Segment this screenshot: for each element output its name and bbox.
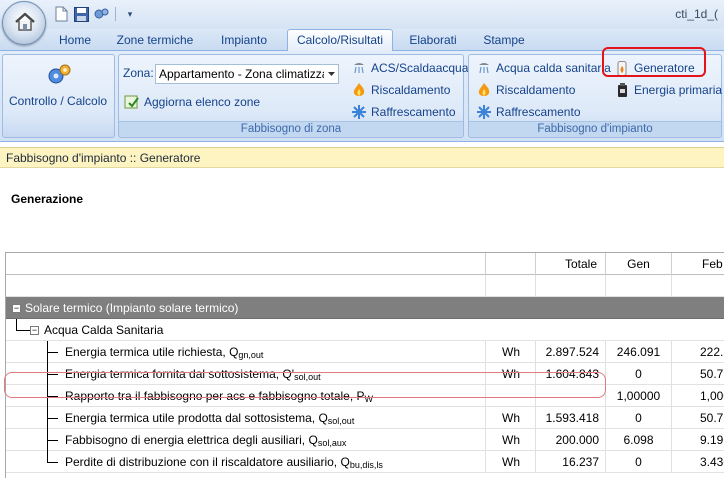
tab-calcolo-risultati[interactable]: Calcolo/Risultati xyxy=(287,29,393,52)
group-label-fabbisogno-impianto: Fabbisogno d'impianto xyxy=(469,121,721,136)
energia-primaria-button[interactable]: Energia primaria xyxy=(614,82,722,98)
panel-header: Fabbisogno d'impianto :: Generatore xyxy=(0,147,724,168)
cell-unit: Wh xyxy=(486,341,536,363)
riscaldamento-zona-button[interactable]: Riscaldamento xyxy=(351,82,450,98)
shower-icon xyxy=(476,60,492,76)
fuel-icon xyxy=(614,82,630,98)
cell-feb: 222.27 xyxy=(700,345,724,359)
table-row[interactable]: Energia termica utile prodotta dal sotto… xyxy=(6,407,724,429)
cell-totale: 16.237 xyxy=(536,451,606,473)
qat-separator xyxy=(115,7,116,21)
flame-icon xyxy=(476,82,492,98)
cell-unit: Wh xyxy=(486,407,536,429)
acqua-calda-label: Acqua calda sanitaria xyxy=(496,61,611,75)
group-row-solare-termico[interactable]: − Solare termico (Impianto solare termic… xyxy=(6,297,724,319)
row-label: Fabbisogno di energia elettrica degli au… xyxy=(65,429,486,451)
tab-zone-termiche[interactable]: Zone termiche xyxy=(109,30,201,51)
collapse-icon[interactable]: − xyxy=(30,326,39,335)
riscaldamento-impianto-label: Riscaldamento xyxy=(496,83,576,97)
zona-select[interactable]: Appartamento - Zona climatizzata xyxy=(155,64,339,84)
cell-totale: 2.897.524 xyxy=(536,341,606,363)
raffrescamento-impianto-label: Raffrescamento xyxy=(496,105,581,119)
refresh-icon xyxy=(124,94,140,110)
cell-gen: 0 xyxy=(606,407,672,429)
generatore-highlight xyxy=(602,47,706,77)
cell-feb: 9.193 xyxy=(700,433,724,447)
customize-qat-icon[interactable]: ▾ xyxy=(121,5,139,23)
row-label: Perdite di distribuzione con il riscalda… xyxy=(65,451,486,473)
cell-gen: 0 xyxy=(606,363,672,385)
title-bar: ▾ cti_1d_( xyxy=(0,0,724,29)
chevron-down-icon xyxy=(324,65,338,83)
flame-icon xyxy=(351,82,367,98)
cell-feb: 50.767 xyxy=(700,411,724,425)
raffrescamento-impianto-button[interactable]: Raffrescamento xyxy=(476,104,581,120)
controllo-calcolo-label: Controllo / Calcolo xyxy=(9,94,108,108)
cell-unit: Wh xyxy=(486,451,536,473)
table-row[interactable]: Energia termica utile richiesta, Qgn,out… xyxy=(6,341,724,363)
shower-icon xyxy=(351,60,367,76)
save-icon[interactable] xyxy=(72,5,90,23)
subgroup-row-label: Acqua Calda Sanitaria xyxy=(44,323,164,337)
column-header-totale[interactable]: Totale xyxy=(536,253,606,275)
group-fabbisogno-zona: Zona: Appartamento - Zona climatizzata A… xyxy=(118,54,468,138)
column-header-unit[interactable] xyxy=(486,253,536,275)
cell-feb: 3.430 xyxy=(700,455,724,469)
riscaldamento-zona-label: Riscaldamento xyxy=(371,83,451,97)
settings-icon[interactable] xyxy=(92,5,110,23)
group-controllo: Controllo / Calcolo xyxy=(2,54,115,138)
controllo-calcolo-button[interactable]: Controllo / Calcolo xyxy=(9,94,107,108)
window-title: cti_1d_( xyxy=(675,7,718,21)
collapse-icon[interactable]: − xyxy=(12,304,21,313)
table-row[interactable]: Fabbisogno di energia elettrica degli au… xyxy=(6,429,724,451)
highlighted-row-outline xyxy=(4,372,606,398)
cell-unit: Wh xyxy=(486,429,536,451)
column-header-description[interactable] xyxy=(6,253,486,275)
aggiorna-elenco-zone-button[interactable]: Aggiorna elenco zone xyxy=(124,94,260,110)
subgroup-row-acs[interactable]: − Acqua Calda Sanitaria xyxy=(6,319,724,341)
application-menu-button[interactable] xyxy=(2,1,46,45)
group-row-label: Solare termico (Impianto solare termico) xyxy=(25,301,239,315)
energia-primaria-label: Energia primaria xyxy=(634,83,723,97)
group-label-fabbisogno-zona: Fabbisogno di zona xyxy=(119,121,463,136)
raffrescamento-zona-button[interactable]: Raffrescamento xyxy=(351,104,456,120)
tab-impianto[interactable]: Impianto xyxy=(210,30,278,51)
gears-icon xyxy=(46,63,72,90)
riscaldamento-impianto-button[interactable]: Riscaldamento xyxy=(476,82,575,98)
grid-column-headers: Totale Gen Feb xyxy=(6,253,724,275)
new-document-icon[interactable] xyxy=(52,5,70,23)
snowflake-icon xyxy=(476,104,492,120)
zona-label: Zona: xyxy=(123,66,154,80)
tree-line xyxy=(47,341,48,462)
acs-label: ACS/Scaldaacqua xyxy=(371,61,469,75)
column-header-feb[interactable]: Feb xyxy=(672,253,724,275)
cell-gen: 0 xyxy=(606,451,672,473)
row-label: Energia termica utile richiesta, Qgn,out xyxy=(65,341,486,363)
acqua-calda-sanitaria-button[interactable]: Acqua calda sanitaria xyxy=(476,60,611,76)
cell-gen: 6.098 xyxy=(606,429,672,451)
cell-totale: 200.000 xyxy=(536,429,606,451)
tab-elaborati[interactable]: Elaborati xyxy=(400,30,466,51)
grid-spacer-row xyxy=(6,275,724,297)
tab-home[interactable]: Home xyxy=(50,30,100,51)
acs-scaldaacqua-button[interactable]: ACS/Scaldaacqua xyxy=(351,60,468,76)
table-row[interactable]: Perdite di distribuzione con il riscalda… xyxy=(6,451,724,473)
cell-totale: 1.593.418 xyxy=(536,407,606,429)
raffrescamento-zona-label: Raffrescamento xyxy=(371,105,456,119)
home-icon xyxy=(15,12,35,31)
zona-select-value: Appartamento - Zona climatizzata xyxy=(159,67,339,81)
aggiorna-label: Aggiorna elenco zone xyxy=(144,95,261,109)
cell-gen: 246.091 xyxy=(606,341,672,363)
quick-access-toolbar: ▾ xyxy=(52,4,139,24)
snowflake-icon xyxy=(351,104,367,120)
column-header-gen[interactable]: Gen xyxy=(606,253,672,275)
section-title: Generazione xyxy=(11,192,84,206)
results-grid: Totale Gen Feb − Solare termico (Impiant… xyxy=(5,252,724,478)
cell-feb: 1,0000 xyxy=(700,389,724,403)
cell-feb: 50.767 xyxy=(700,367,724,381)
tab-stampe[interactable]: Stampe xyxy=(474,30,534,51)
row-label: Energia termica utile prodotta dal sotto… xyxy=(65,407,486,429)
cell-gen: 1,00000 xyxy=(606,385,672,407)
